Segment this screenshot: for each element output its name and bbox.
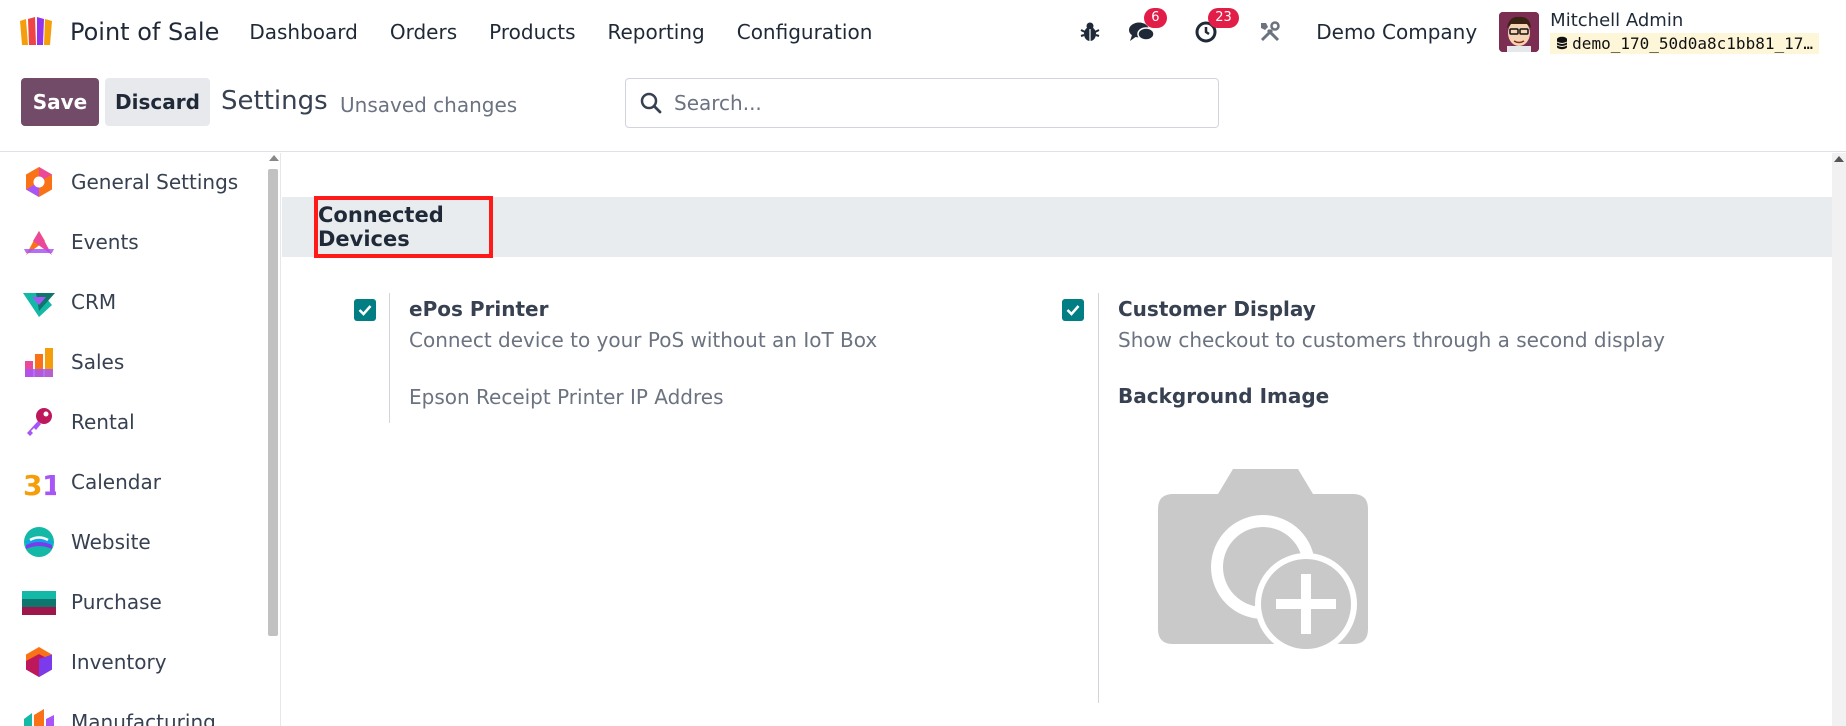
systray: 6 23 Demo Company Mitchell Admin demo_17…: [1076, 0, 1846, 64]
sidebar-scrollbar[interactable]: [268, 169, 278, 636]
sidebar-item-label: CRM: [71, 290, 117, 314]
page-title: Settings: [221, 86, 328, 116]
epos-printer-title: ePos Printer: [409, 297, 549, 321]
app-brand[interactable]: Point of Sale: [18, 17, 219, 47]
sidebar-item-rental[interactable]: Rental: [22, 402, 135, 442]
setting-divider: [1098, 293, 1099, 703]
rental-icon: [27, 408, 52, 436]
menu-orders[interactable]: Orders: [390, 20, 457, 44]
menu-products[interactable]: Products: [489, 20, 575, 44]
section-highlight-box: Connected Devices: [314, 196, 493, 258]
save-button[interactable]: Save: [21, 78, 99, 126]
sidebar-item-events[interactable]: Events: [22, 222, 139, 262]
setting-divider: [389, 293, 390, 423]
sidebar-scroll-up-arrow[interactable]: [269, 155, 279, 161]
section-title: Connected Devices: [318, 203, 444, 251]
main-menu: Dashboard Orders Products Reporting Conf…: [249, 20, 904, 44]
customer-display-checkbox[interactable]: [1062, 299, 1084, 321]
sidebar-item-label: Calendar: [71, 470, 161, 494]
epos-printer-checkbox[interactable]: [354, 299, 376, 321]
content-scrollbar[interactable]: [1832, 153, 1846, 726]
checkmark-icon: [1066, 305, 1080, 316]
menu-configuration[interactable]: Configuration: [737, 20, 873, 44]
scroll-up-arrow[interactable]: [1834, 156, 1844, 162]
tools-icon[interactable]: [1256, 18, 1284, 46]
crm-icon: [23, 293, 55, 317]
activities-badge: 23: [1208, 8, 1239, 28]
messages-icon[interactable]: 6: [1128, 8, 1167, 46]
user-avatar: [1499, 12, 1540, 52]
epos-printer-description: Connect device to your PoS without an Io…: [409, 328, 878, 352]
database-name: demo_170_50d0a8c1bb81_17…: [1550, 32, 1819, 54]
add-photo-placeholder-icon[interactable]: [1148, 469, 1378, 669]
messages-badge: 6: [1144, 8, 1167, 28]
search-icon: [640, 92, 662, 114]
customer-display-title: Customer Display: [1118, 297, 1316, 321]
discard-button[interactable]: Discard: [105, 78, 210, 126]
calendar-icon: 3 1: [23, 469, 56, 499]
menu-reporting[interactable]: Reporting: [608, 20, 705, 44]
sidebar-item-label: Inventory: [71, 650, 167, 674]
settings-sidebar: General Settings Events CRM Sales Rental…: [0, 153, 281, 726]
sidebar-item-crm[interactable]: CRM: [22, 282, 116, 322]
general-settings-icon: [26, 167, 52, 197]
sidebar-item-general-settings[interactable]: General Settings: [22, 162, 238, 202]
control-panel: Save Discard Settings Unsaved changes: [0, 64, 1846, 152]
sidebar-item-calendar[interactable]: 3 1 Calendar: [22, 462, 161, 502]
svg-text:3: 3: [23, 469, 42, 499]
sidebar-item-label: Sales: [71, 350, 125, 374]
sidebar-item-website[interactable]: Website: [22, 522, 151, 562]
events-icon: [24, 231, 54, 255]
sidebar-item-label: Manufacturing: [71, 710, 216, 726]
sidebar-item-label: Purchase: [71, 590, 162, 614]
checkmark-icon: [358, 305, 372, 316]
search-input[interactable]: [674, 91, 1194, 115]
purchase-icon: [22, 591, 56, 615]
user-menu[interactable]: Mitchell Admin demo_170_50d0a8c1bb81_17…: [1499, 9, 1819, 54]
user-name: Mitchell Admin: [1550, 9, 1684, 31]
database-icon: [1556, 36, 1568, 50]
section-header: [282, 197, 1832, 257]
sidebar-item-label: Events: [71, 230, 139, 254]
background-image-label: Background Image: [1118, 384, 1330, 408]
sales-icon: [25, 348, 53, 377]
sidebar-item-label: Rental: [71, 410, 135, 434]
menu-dashboard[interactable]: Dashboard: [249, 20, 358, 44]
sidebar-item-purchase[interactable]: Purchase: [22, 582, 162, 622]
inventory-icon: [26, 647, 52, 677]
manufacturing-icon: [24, 709, 54, 726]
app-name: Point of Sale: [70, 18, 220, 46]
debug-bug-icon[interactable]: [1076, 18, 1104, 46]
svg-text:1: 1: [42, 469, 56, 499]
pos-app-logo-icon: [18, 17, 58, 47]
unsaved-changes-indicator: Unsaved changes: [340, 93, 518, 117]
search-box[interactable]: [625, 78, 1219, 128]
activities-clock-icon[interactable]: 23: [1192, 8, 1239, 46]
top-navbar: Point of Sale Dashboard Orders Products …: [0, 0, 1846, 64]
sidebar-item-label: General Settings: [71, 170, 239, 194]
sidebar-item-label: Website: [71, 530, 151, 554]
sidebar-item-sales[interactable]: Sales: [22, 342, 124, 382]
settings-content: Connected Devices ePos Printer Connect d…: [282, 153, 1832, 726]
epson-ip-field-label: Epson Receipt Printer IP Addres: [409, 385, 724, 409]
company-switcher[interactable]: Demo Company: [1316, 20, 1477, 44]
customer-display-description: Show checkout to customers through a sec…: [1118, 328, 1665, 352]
website-icon: [24, 527, 54, 557]
database-name-text: demo_170_50d0a8c1bb81_17…: [1572, 33, 1813, 53]
sidebar-item-inventory[interactable]: Inventory: [22, 642, 167, 682]
sidebar-item-manufacturing[interactable]: Manufacturing: [22, 702, 216, 726]
